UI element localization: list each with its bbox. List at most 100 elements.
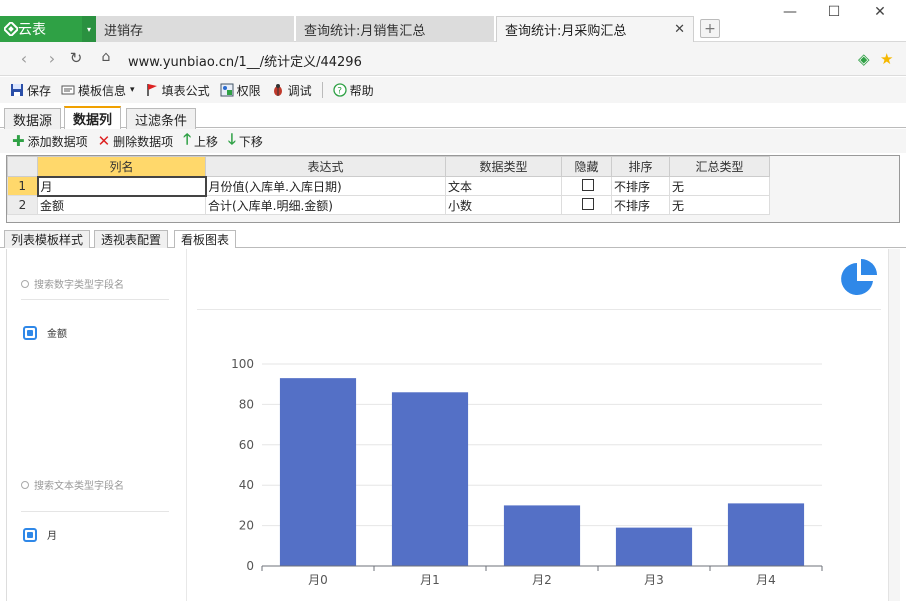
add-item-button[interactable]: ✚ 添加数据项 (12, 132, 88, 150)
formula-flag-icon (146, 84, 157, 96)
move-down-button[interactable]: 🡓 下移 (228, 129, 263, 154)
extension-icon[interactable]: ◈ (858, 50, 870, 68)
column-header[interactable]: 表达式 (205, 156, 446, 177)
tab-inventory[interactable]: 进销存 (96, 16, 294, 42)
move-down-label: 下移 (238, 134, 263, 149)
help-label: 帮助 (349, 83, 374, 98)
tab-filter-conditions[interactable]: 过滤条件 (126, 108, 197, 129)
tab-list-template-style[interactable]: 列表模板样式 (4, 230, 91, 248)
field-checkbox[interactable] (23, 325, 37, 340)
delete-item-label: 删除数据项 (113, 134, 174, 149)
panel-scrollbar[interactable] (888, 249, 900, 601)
cell-sort[interactable]: 不排序 (611, 195, 670, 215)
tab-data-columns[interactable]: 数据列 (64, 106, 122, 129)
cell-type[interactable]: 小数 (445, 195, 562, 215)
back-icon[interactable]: ‹ (14, 49, 34, 68)
save-button[interactable]: 保存 (10, 82, 51, 99)
tab-monthly-sales[interactable]: 查询统计:月销售汇总 (296, 16, 494, 42)
forward-icon[interactable]: › (42, 49, 62, 68)
y-tick-label: 40 (239, 478, 254, 492)
bar[interactable] (727, 503, 805, 566)
delete-x-icon: ✕ (97, 132, 111, 150)
text-field-item[interactable]: 月 (23, 527, 57, 542)
row-number-header (7, 156, 38, 177)
table-header-row: 列名 表达式 数据类型 隐藏 排序 汇总类型 (7, 156, 770, 177)
cell-expression[interactable]: 合计(入库单.明细.金额) (205, 195, 446, 215)
tab-datasource[interactable]: 数据源 (4, 108, 62, 129)
column-header[interactable]: 数据类型 (445, 156, 562, 177)
text-field-label: 月 (47, 531, 57, 542)
dashboard-chart-panel: 搜索数字类型字段名 金额 搜索文本类型字段名 月 0 20 40 60 80 100 月0… (6, 249, 900, 601)
bar[interactable] (503, 505, 581, 566)
refresh-icon[interactable]: ↻ (66, 49, 86, 67)
bug-icon (273, 84, 282, 96)
cell-name[interactable]: 金额 (37, 195, 206, 215)
search-icon (21, 279, 29, 288)
column-header[interactable]: 汇总类型 (669, 156, 770, 177)
pie-chart-icon[interactable] (839, 259, 879, 299)
help-button[interactable]: ? 帮助 (332, 82, 374, 99)
svg-text:?: ? (337, 87, 342, 97)
cell-expression[interactable]: 月份值(入库单.入库日期) (205, 176, 446, 196)
debug-button[interactable]: 调试 (271, 82, 312, 99)
view-tabs: 列表模板样式 透视表配置 看板图表 (0, 228, 906, 248)
field-checkbox[interactable] (23, 527, 37, 542)
url-input[interactable]: www.yunbiao.cn/1__/统计定义/44296 (128, 51, 362, 70)
add-item-label: 添加数据项 (27, 134, 88, 149)
arrow-up-icon: 🡑 (183, 129, 191, 148)
row-number: 1 (7, 176, 38, 196)
tab-monthly-purchase[interactable]: 查询统计:月采购汇总 ✕ (496, 16, 694, 42)
bar[interactable] (615, 527, 693, 566)
toolbar-divider (321, 82, 323, 98)
hidden-checkbox[interactable] (581, 197, 594, 210)
cell-aggregate[interactable]: 无 (669, 176, 770, 196)
permission-icon (220, 83, 234, 97)
text-field-search-input[interactable]: 搜索文本类型字段名 (21, 477, 124, 492)
title-bar: 云表 ▾ 进销存 查询统计:月销售汇总 查询统计:月采购汇总 ✕ + — ☐ ✕ (0, 0, 906, 42)
hidden-checkbox[interactable] (581, 178, 594, 191)
section-tabs: 数据源 数据列 过滤条件 (0, 106, 906, 129)
template-info-menu[interactable]: 模板信息 ▾ (61, 82, 135, 99)
divider (21, 299, 169, 300)
permission-button[interactable]: 权限 (220, 82, 261, 99)
column-header[interactable]: 排序 (611, 156, 670, 177)
search-icon (21, 480, 29, 489)
arrow-down-icon: 🡓 (228, 129, 236, 148)
cell-name[interactable]: 月 (36, 175, 207, 197)
brand-button[interactable]: 云表 (0, 16, 82, 42)
favorite-star-icon[interactable]: ★ (880, 50, 893, 68)
bar-chart: 0 20 40 60 80 100 月0 月1 月2 月3 月4 (231, 357, 823, 587)
tab-close-icon[interactable]: ✕ (674, 22, 685, 37)
brand-dropdown-icon[interactable]: ▾ (82, 16, 96, 42)
bar[interactable] (391, 392, 469, 566)
template-info-label: 模板信息 (78, 83, 127, 98)
move-up-button[interactable]: 🡑 上移 (183, 129, 218, 154)
plus-icon: ✚ (12, 132, 25, 150)
formula-button[interactable]: 填表公式 (145, 82, 210, 99)
tab-dashboard-chart[interactable]: 看板图表 (174, 230, 237, 248)
cell-sort[interactable]: 不排序 (611, 176, 670, 196)
numeric-field-search-input[interactable]: 搜索数字类型字段名 (21, 276, 124, 291)
divider (21, 511, 169, 512)
y-tick-label: 80 (239, 397, 254, 411)
cell-hidden[interactable] (561, 195, 612, 215)
new-tab-plus-icon[interactable]: + (700, 19, 720, 38)
cell-type[interactable]: 文本 (445, 176, 562, 196)
formula-label: 填表公式 (161, 83, 210, 98)
table-row[interactable]: 2 金额 合计(入库单.明细.金额) 小数 不排序 无 (7, 195, 770, 215)
close-window-icon[interactable]: ✕ (868, 4, 892, 20)
numeric-field-item[interactable]: 金额 (23, 325, 67, 340)
maximize-icon[interactable]: ☐ (822, 4, 846, 20)
tab-pivot-config[interactable]: 透视表配置 (94, 230, 169, 248)
cell-aggregate[interactable]: 无 (669, 195, 770, 215)
column-header[interactable]: 列名 (37, 156, 206, 177)
home-icon[interactable]: ⌂ (96, 49, 116, 65)
minimize-icon[interactable]: — (778, 4, 802, 20)
delete-item-button[interactable]: ✕ 删除数据项 (98, 132, 174, 150)
x-tick-label: 月1 (420, 573, 440, 587)
tab-label: 查询统计:月销售汇总 (304, 23, 426, 39)
table-row[interactable]: 1 月 月份值(入库单.入库日期) 文本 不排序 无 (7, 175, 770, 197)
cell-hidden[interactable] (561, 176, 612, 196)
column-header[interactable]: 隐藏 (561, 156, 612, 177)
bar[interactable] (279, 378, 357, 566)
